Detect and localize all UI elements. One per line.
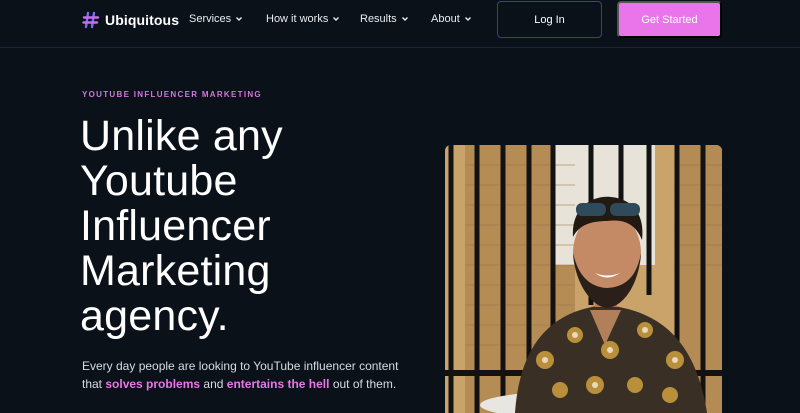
nav-item-label: About xyxy=(431,13,460,25)
nav-item-about[interactable]: About xyxy=(431,13,472,25)
nav-item-how-it-works[interactable]: How it works xyxy=(266,13,340,25)
brand-logo[interactable]: Ubiquitous xyxy=(82,10,179,30)
chevron-down-icon xyxy=(333,17,340,21)
nav-item-label: Services xyxy=(189,13,232,25)
hero-description-text: out of them. xyxy=(329,377,397,391)
influencer-photo xyxy=(445,145,722,413)
nav-item-label: How it works xyxy=(266,13,329,25)
nav-item-label: Results xyxy=(360,13,397,25)
chevron-down-icon xyxy=(236,17,243,21)
hero-headline: Unlike any Youtube Influencer Marketing … xyxy=(80,112,283,340)
nav-item-results[interactable]: Results xyxy=(360,13,409,25)
hero-description: Every day people are looking to YouTube … xyxy=(82,357,402,393)
chevron-down-icon xyxy=(464,17,471,21)
chevron-down-icon xyxy=(401,17,408,21)
hash-icon xyxy=(82,11,100,29)
highlight-solves-problems: solves problems xyxy=(105,377,201,391)
top-navigation: Ubiquitous Services How it works Results… xyxy=(0,0,800,48)
highlight-entertains: entertains the hell xyxy=(226,377,330,391)
influencer-photo-illustration xyxy=(445,145,722,413)
login-button[interactable]: Log In xyxy=(497,1,602,38)
hero-description-text: and xyxy=(200,377,227,391)
hero-eyebrow: YOUTUBE INFLUENCER MARKETING xyxy=(82,90,262,99)
brand-name: Ubiquitous xyxy=(105,12,180,28)
nav-item-services[interactable]: Services xyxy=(189,13,243,25)
get-started-button[interactable]: Get Started xyxy=(617,1,722,38)
